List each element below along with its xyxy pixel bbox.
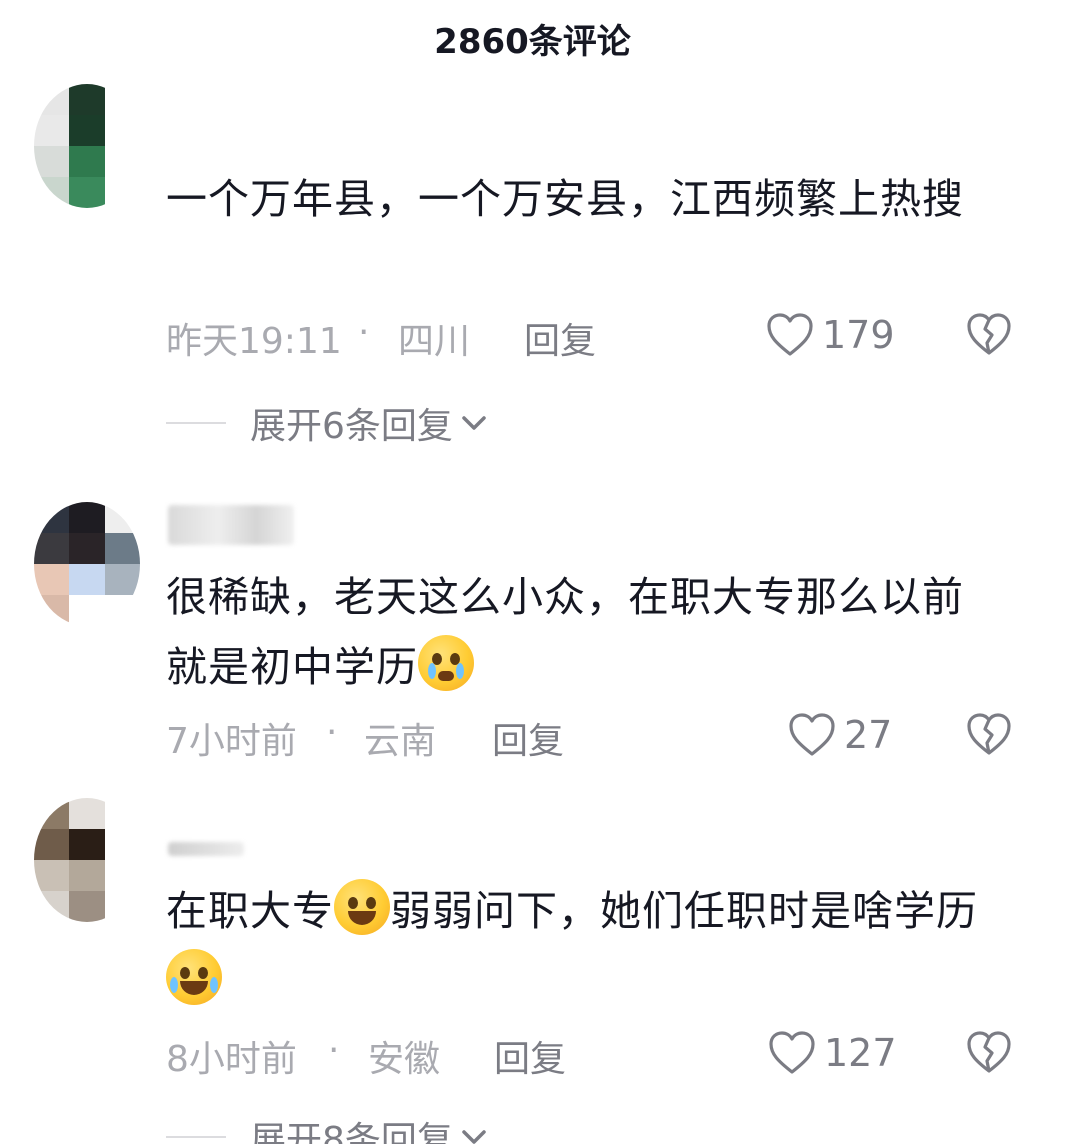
- crying-face-emoji-icon: [418, 635, 474, 691]
- like-count: 127: [824, 1031, 897, 1075]
- reply-button[interactable]: 回复: [524, 312, 596, 364]
- expand-replies[interactable]: 展开8条回复: [166, 1112, 489, 1144]
- comment-time: 7小时前: [166, 721, 297, 762]
- meta-separator: ·: [358, 312, 370, 353]
- expand-replies-label: 展开6条回复: [250, 406, 453, 447]
- avatar[interactable]: [34, 84, 140, 208]
- comment-location: 四川: [398, 321, 471, 362]
- heart-outline-icon: [789, 713, 835, 756]
- heart-outline-icon: [769, 1031, 815, 1074]
- reply-button[interactable]: 回复: [492, 712, 564, 764]
- comments-count-title: 2860条评论: [434, 22, 631, 62]
- divider: [166, 422, 226, 424]
- like-button[interactable]: 127: [768, 1030, 897, 1076]
- comment-text: 在职大专 弱弱问下，她们任职时是啥学历: [166, 876, 996, 1016]
- broken-heart-icon: [967, 313, 1011, 355]
- comment-meta: 7小时前 · 云南 回复 27: [166, 712, 1016, 762]
- meta-separator: ·: [328, 1030, 340, 1071]
- chevron-down-icon: [462, 416, 486, 430]
- comment-text: 很稀缺，老天这么小众，在职大专那么以前就是初中学历: [166, 573, 964, 691]
- expand-replies-label: 展开8条回复: [250, 1120, 453, 1144]
- broken-heart-icon: [967, 1031, 1011, 1073]
- avatar[interactable]: [34, 798, 140, 922]
- broken-heart-icon: [967, 713, 1011, 755]
- username[interactable]: [168, 842, 244, 856]
- laughing-tears-emoji-icon: [166, 949, 222, 1005]
- comment-meta: 昨天19:11 · 四川 回复 179: [166, 312, 1016, 362]
- divider: [166, 1136, 226, 1138]
- chevron-down-icon: [462, 1130, 486, 1144]
- dislike-button[interactable]: [966, 712, 1016, 762]
- like-button[interactable]: 27: [788, 712, 892, 758]
- avatar[interactable]: [34, 502, 140, 626]
- like-button[interactable]: 179: [766, 312, 895, 358]
- dislike-button[interactable]: [966, 312, 1016, 362]
- grinning-sweat-emoji-icon: [334, 879, 390, 935]
- like-count: 179: [822, 313, 895, 357]
- reply-button[interactable]: 回复: [494, 1030, 566, 1082]
- expand-replies[interactable]: 展开6条回复: [166, 398, 489, 448]
- heart-outline-icon: [767, 313, 813, 356]
- comment-location: 云南: [364, 721, 437, 762]
- like-count: 27: [844, 713, 893, 757]
- username[interactable]: [168, 505, 294, 545]
- comment-location: 安徽: [368, 1039, 441, 1080]
- dislike-button[interactable]: [966, 1030, 1016, 1080]
- meta-separator: ·: [326, 712, 338, 753]
- comment-time: 8小时前: [166, 1039, 297, 1080]
- comment-time: 昨天19:11: [166, 321, 342, 362]
- comment-text: 一个万年县，一个万安县，江西频繁上热搜: [166, 175, 964, 223]
- comment-meta: 8小时前 · 安徽 回复 127: [166, 1030, 1016, 1080]
